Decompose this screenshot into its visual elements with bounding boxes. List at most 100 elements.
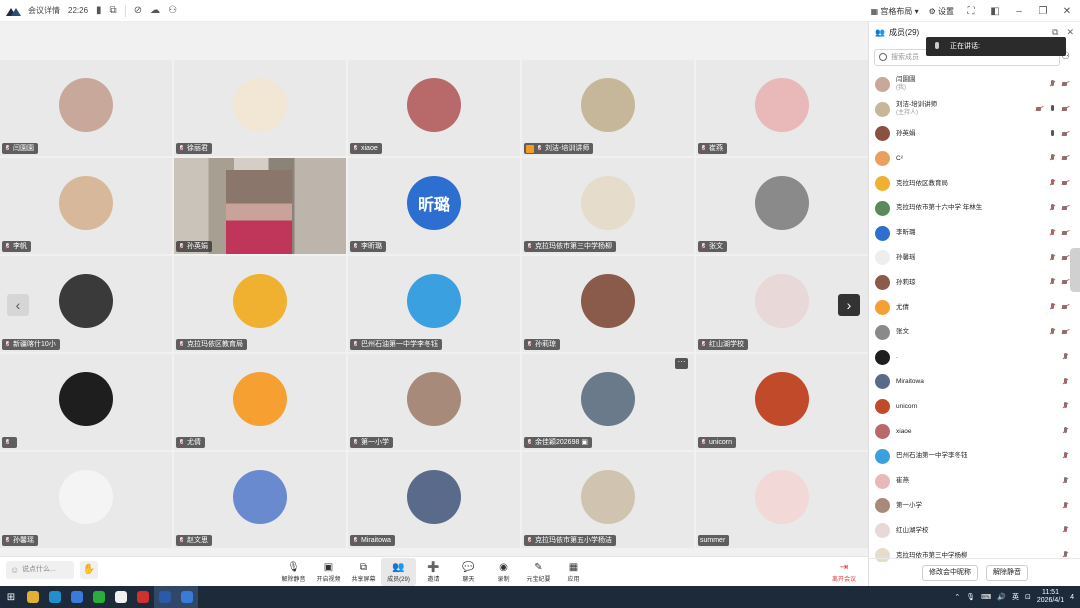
more-options-icon[interactable]: ···: [675, 358, 688, 369]
mic-off-icon[interactable]: [1062, 526, 1069, 534]
participant-tile[interactable]: 崔燕: [696, 60, 868, 156]
member-row[interactable]: 克拉玛依市第十六中学 年林生: [869, 196, 1080, 221]
popout-icon[interactable]: ⧉: [110, 5, 117, 16]
participant-tile[interactable]: 赵文思: [174, 452, 346, 548]
layout-button[interactable]: ▦ 宫格布局 ▾: [871, 6, 919, 17]
member-row[interactable]: 崔燕: [869, 469, 1080, 494]
mic-off-icon[interactable]: [1049, 278, 1056, 286]
mic-off-button[interactable]: 🎙 解除静音: [276, 558, 311, 586]
settings-button[interactable]: ⚙ 设置: [929, 6, 954, 17]
participant-tile[interactable]: 徐丽君: [174, 60, 346, 156]
participant-tile[interactable]: 第一小学: [348, 354, 520, 450]
chevron-up-icon[interactable]: ⌃: [954, 593, 960, 601]
unmute-button[interactable]: 解除静音: [986, 564, 1028, 581]
participant-tile[interactable]: 昕璐 李昕璐: [348, 158, 520, 254]
cam-off-icon[interactable]: [1062, 278, 1069, 286]
participant-tile[interactable]: 克拉玛依市第三中学杨柳: [522, 158, 694, 254]
notes-button[interactable]: ✎ 元宝纪要: [521, 558, 556, 586]
member-row[interactable]: 巴州石油第一中学李冬钰: [869, 444, 1080, 469]
mic-on-icon[interactable]: [1049, 104, 1056, 113]
member-row[interactable]: 张文: [869, 320, 1080, 345]
mic-off-icon[interactable]: [1062, 352, 1069, 361]
member-row[interactable]: Miraitowa: [869, 370, 1080, 395]
mic-off-icon[interactable]: [1049, 154, 1056, 162]
mic-off-icon[interactable]: [1049, 327, 1056, 336]
camera-off-button[interactable]: ▣ 开启视频: [311, 558, 346, 586]
close-icon[interactable]: ✕: [1060, 6, 1074, 17]
participant-tile[interactable]: unicorn: [696, 354, 868, 450]
meeting-details-link[interactable]: 会议详情: [28, 5, 60, 16]
member-row[interactable]: C²: [869, 146, 1080, 171]
minimize-icon[interactable]: –: [1012, 6, 1026, 17]
mic-off-icon[interactable]: [1062, 427, 1069, 435]
mic-off-icon[interactable]: [1049, 253, 1056, 262]
fullscreen-icon[interactable]: ⛶: [964, 6, 978, 17]
mic-off-icon[interactable]: [1049, 303, 1056, 311]
close-panel-icon[interactable]: ✕: [1066, 27, 1074, 38]
clock[interactable]: 11:51 2026/4/1: [1037, 589, 1064, 605]
raise-hand-button[interactable]: ✋: [80, 561, 98, 579]
member-row[interactable]: unicorn: [869, 394, 1080, 419]
volume-icon[interactable]: 🔊: [997, 593, 1006, 601]
member-row[interactable]: 第一小学: [869, 494, 1080, 519]
member-row[interactable]: 孙馨瑶: [869, 246, 1080, 271]
participant-tile[interactable]: 尤倩: [174, 354, 346, 450]
member-row[interactable]: 孙英娟: [869, 122, 1080, 147]
rename-button[interactable]: 修改会中昵称: [922, 564, 978, 581]
notification-badge[interactable]: 4: [1070, 594, 1074, 601]
feishu-taskbar-button[interactable]: [176, 586, 198, 608]
restore-icon[interactable]: ❐: [1036, 6, 1050, 17]
cam-off-icon[interactable]: [1062, 229, 1069, 237]
member-row[interactable]: 孙莉琼: [869, 270, 1080, 295]
side-panel-icon[interactable]: ◧: [988, 6, 1002, 17]
participant-tile[interactable]: 巴州石油第一中学李冬钰: [348, 256, 520, 352]
edge-taskbar-button[interactable]: [44, 586, 66, 608]
cam-off-icon[interactable]: [1062, 105, 1069, 113]
member-row[interactable]: 尤倩: [869, 295, 1080, 320]
mic-off-icon[interactable]: [1062, 402, 1069, 410]
cam-off-icon[interactable]: [1062, 80, 1069, 88]
mic-off-icon[interactable]: [1049, 203, 1056, 212]
cam-off-icon[interactable]: [1062, 179, 1069, 187]
participant-tile[interactable]: 闫園園: [0, 60, 172, 156]
participant-tile[interactable]: summer: [696, 452, 868, 548]
members-button[interactable]: 👥 成员(29): [381, 558, 416, 586]
mic-tray-icon[interactable]: 🎙: [966, 593, 975, 601]
mic-off-icon[interactable]: [1062, 451, 1069, 460]
cam-off-icon[interactable]: [1062, 254, 1069, 262]
member-row[interactable]: xiaoe: [869, 419, 1080, 444]
member-row[interactable]: 刘洁-培训讲师 (主持人): [869, 97, 1080, 122]
ime-indicator[interactable]: 英: [1012, 592, 1019, 602]
invite-button[interactable]: ➕ 邀请: [416, 558, 451, 586]
mic-off-icon[interactable]: [1062, 501, 1069, 510]
popout-panel-icon[interactable]: ⧉: [1052, 27, 1058, 38]
panel-scroll-handle[interactable]: [1070, 248, 1080, 292]
mic-off-icon[interactable]: [1049, 179, 1056, 187]
prev-page-button[interactable]: ‹: [7, 294, 29, 316]
member-row[interactable]: 李昕璐: [869, 221, 1080, 246]
leave-meeting-button[interactable]: ⇥ 离开会议: [826, 558, 862, 586]
cloud-icon[interactable]: ☁: [150, 5, 160, 16]
participant-tile[interactable]: Miraitowa: [348, 452, 520, 548]
participant-tile[interactable]: 孙莉琼: [522, 256, 694, 352]
member-row[interactable]: 闫園園 (我): [869, 72, 1080, 97]
wechat-taskbar-button[interactable]: [88, 586, 110, 608]
mic-off-icon[interactable]: [1062, 476, 1069, 485]
apps-button[interactable]: ▦ 应用: [556, 558, 591, 586]
cam-off-icon[interactable]: [1036, 105, 1043, 113]
cam-off-icon[interactable]: [1062, 154, 1069, 162]
start-button[interactable]: ⊞: [0, 586, 22, 608]
cam-off-icon[interactable]: [1062, 204, 1069, 212]
mic-off-icon[interactable]: [1049, 228, 1056, 237]
cam-off-icon[interactable]: [1062, 130, 1069, 138]
share-screen-button[interactable]: ⧉ 共享屏幕: [346, 558, 381, 586]
keyboard-icon[interactable]: ⊡: [1025, 593, 1031, 601]
chat-button[interactable]: 💬 聊天: [451, 558, 486, 586]
participant-tile[interactable]: 张文: [696, 158, 868, 254]
cam-off-icon[interactable]: [1062, 303, 1069, 311]
wps-taskbar-button[interactable]: [132, 586, 154, 608]
chrome-taskbar-button[interactable]: [22, 586, 44, 608]
member-row[interactable]: 红山湖学校: [869, 518, 1080, 543]
member-row[interactable]: .: [869, 345, 1080, 370]
chat-input[interactable]: 说点什么...: [6, 561, 74, 579]
